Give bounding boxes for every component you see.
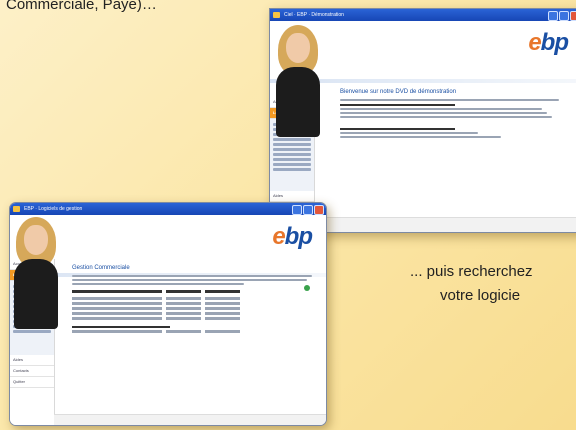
sidebar-item-quitter[interactable]: Quitter bbox=[10, 377, 54, 388]
screenshot-window-front: EBP · Logiciels de gestion ebp Accueil L… bbox=[9, 202, 327, 426]
app-icon bbox=[273, 12, 280, 18]
caption-right-line2: votre logicie bbox=[440, 287, 521, 304]
ebp-logo: ebp bbox=[272, 223, 313, 250]
main-content: Bienvenue sur notre DVD de démonstration bbox=[340, 89, 570, 140]
maximize-button[interactable] bbox=[303, 205, 313, 215]
table-row[interactable] bbox=[72, 317, 317, 320]
window-title: Ciel · EBP · Démonstration bbox=[284, 12, 344, 18]
close-button[interactable] bbox=[314, 205, 324, 215]
status-footer bbox=[54, 414, 326, 425]
screenshot-window-back: Ciel · EBP · Démonstration ebp Accueil L… bbox=[269, 8, 576, 233]
table-row[interactable] bbox=[72, 302, 317, 305]
window-title: EBP · Logiciels de gestion bbox=[24, 206, 83, 212]
maximize-button[interactable] bbox=[559, 11, 569, 21]
title-bar: EBP · Logiciels de gestion bbox=[10, 203, 326, 215]
product-table bbox=[72, 290, 317, 333]
sidebar-item-aides[interactable]: Aides bbox=[10, 355, 54, 366]
table-row[interactable] bbox=[72, 330, 317, 333]
table-row[interactable] bbox=[72, 297, 317, 300]
presenter-image bbox=[12, 215, 60, 335]
info-icon bbox=[304, 285, 310, 291]
minimize-button[interactable] bbox=[548, 11, 558, 21]
table-row[interactable] bbox=[72, 307, 317, 310]
status-footer bbox=[314, 217, 576, 232]
close-button[interactable] bbox=[570, 11, 576, 21]
app-icon bbox=[13, 206, 20, 212]
page-title: Gestion Commerciale bbox=[72, 265, 130, 271]
presenter-image bbox=[274, 23, 322, 143]
ebp-logo: ebp bbox=[528, 29, 569, 56]
caption-right-line1: ... puis recherchez bbox=[410, 263, 533, 280]
title-bar: Ciel · EBP · Démonstration bbox=[270, 9, 576, 21]
caption-top: Commerciale, Paye)… bbox=[6, 0, 157, 13]
minimize-button[interactable] bbox=[292, 205, 302, 215]
sidebar-item-aides[interactable]: Aides bbox=[270, 191, 314, 202]
sidebar-item-contacts[interactable]: Contacts bbox=[10, 366, 54, 377]
page-title: Bienvenue sur notre DVD de démonstration bbox=[340, 89, 457, 95]
table-row[interactable] bbox=[72, 312, 317, 315]
main-content: Gestion Commerciale bbox=[72, 265, 317, 335]
